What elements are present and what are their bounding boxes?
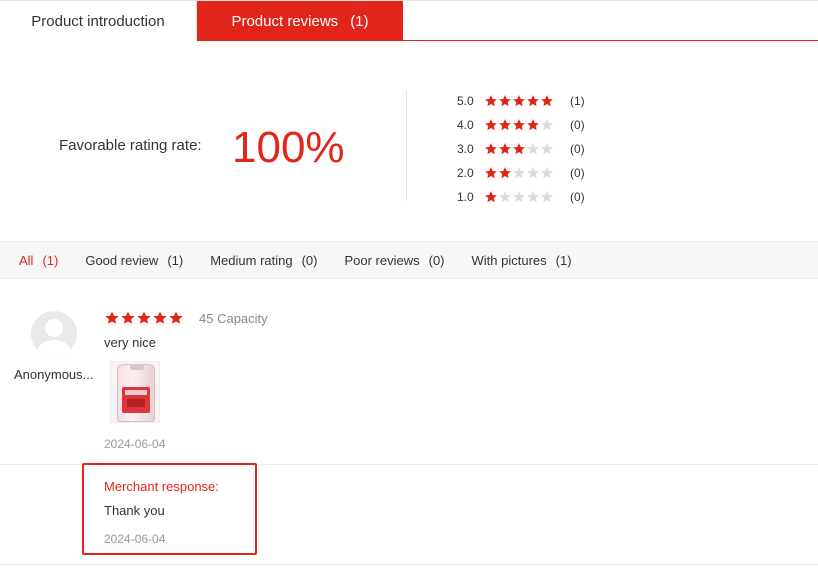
star-icon xyxy=(526,142,540,156)
rating-score: 5.0 xyxy=(457,94,474,108)
filter-label: All xyxy=(19,252,34,268)
star-icon xyxy=(540,142,554,156)
rating-summary: Favorable rating rate: 100% 5.0 (1) 4.0 … xyxy=(0,41,818,241)
star-icon xyxy=(498,118,512,132)
star-icon xyxy=(498,94,512,108)
star-icon xyxy=(484,118,498,132)
star-icon xyxy=(512,94,526,108)
star-icon xyxy=(526,190,540,204)
filter-count: (0) xyxy=(301,252,318,268)
rating-row: 5.0 (1) xyxy=(457,89,585,113)
star-icon xyxy=(526,118,540,132)
reviewer-name: Anonymous... xyxy=(14,367,94,382)
tab-product-reviews[interactable]: Product reviews (1) xyxy=(197,1,403,41)
filter-label: Poor reviews xyxy=(344,252,420,268)
star-icon xyxy=(526,94,540,108)
rating-stars xyxy=(484,118,554,132)
review-variant: 45 Capacity xyxy=(199,311,268,326)
rating-score: 2.0 xyxy=(457,166,474,180)
review-text: very nice xyxy=(104,335,157,350)
star-icon xyxy=(512,190,526,204)
star-icon xyxy=(484,166,498,180)
favorable-rate-value: 100% xyxy=(232,123,345,172)
star-icon xyxy=(484,94,498,108)
rating-distribution: 5.0 (1) 4.0 (0) 3.0 (0) 2.0 (0) 1.0 (0) xyxy=(457,89,585,209)
star-icon xyxy=(512,118,526,132)
star-icon xyxy=(498,190,512,204)
star-icon xyxy=(512,166,526,180)
merchant-response: Merchant response: Thank you 2024-06-04 xyxy=(82,463,257,555)
merchant-response-text: Thank you xyxy=(104,503,165,518)
star-icon xyxy=(540,166,554,180)
review-date: 2024-06-04 xyxy=(104,437,166,451)
star-icon xyxy=(526,166,540,180)
tab-label: Product introduction xyxy=(31,12,165,30)
filter-label: With pictures xyxy=(471,252,547,268)
rating-count: (0) xyxy=(570,142,585,156)
star-icon xyxy=(498,166,512,180)
star-icon xyxy=(136,310,152,326)
star-icon xyxy=(512,142,526,156)
star-icon xyxy=(104,310,120,326)
filter-label: Medium rating xyxy=(210,252,293,268)
rating-count: (0) xyxy=(570,118,585,132)
star-icon xyxy=(168,310,184,326)
merchant-response-title: Merchant response: xyxy=(104,479,219,494)
filter-count: (1) xyxy=(42,252,59,268)
rating-count: (1) xyxy=(570,94,585,108)
rating-row: 1.0 (0) xyxy=(457,185,585,209)
rating-stars xyxy=(484,94,554,108)
rating-stars xyxy=(484,142,554,156)
star-icon xyxy=(484,190,498,204)
rating-count: (0) xyxy=(570,166,585,180)
rating-count: (0) xyxy=(570,190,585,204)
tab-count: (1) xyxy=(350,12,369,30)
tab-product-introduction[interactable]: Product introduction xyxy=(0,1,197,41)
filter-count: (1) xyxy=(167,252,184,268)
review-item: Anonymous... 45 Capacity very nice 2024-… xyxy=(0,279,818,465)
star-icon xyxy=(152,310,168,326)
divider xyxy=(0,564,818,565)
rating-row: 4.0 (0) xyxy=(457,113,585,137)
filter-label: Good review xyxy=(85,252,159,268)
review-photo-thumbnail[interactable] xyxy=(110,361,160,423)
filter-good-review[interactable]: Good review (1) xyxy=(85,253,183,268)
rating-row: 3.0 (0) xyxy=(457,137,585,161)
filter-poor-reviews[interactable]: Poor reviews (0) xyxy=(344,253,444,268)
filter-count: (0) xyxy=(428,252,445,268)
merchant-response-date: 2024-06-04 xyxy=(104,532,166,546)
perfume-bottle-image xyxy=(117,364,155,422)
rating-score: 3.0 xyxy=(457,142,474,156)
filter-count: (1) xyxy=(555,252,572,268)
filter-medium-rating[interactable]: Medium rating (0) xyxy=(210,253,317,268)
favorable-rate-label: Favorable rating rate: xyxy=(59,137,202,154)
star-icon xyxy=(484,142,498,156)
tab-label: Product reviews xyxy=(231,12,339,30)
rating-stars xyxy=(484,166,554,180)
filter-with-pictures[interactable]: With pictures (1) xyxy=(472,253,572,268)
user-avatar-icon xyxy=(31,311,77,357)
star-icon xyxy=(498,142,512,156)
rating-score: 4.0 xyxy=(457,118,474,132)
review-stars xyxy=(104,310,184,326)
rating-score: 1.0 xyxy=(457,190,474,204)
rating-row: 2.0 (0) xyxy=(457,161,585,185)
star-icon xyxy=(120,310,136,326)
star-icon xyxy=(540,118,554,132)
star-icon xyxy=(540,190,554,204)
review-filter-bar: All (1) Good review (1) Medium rating (0) P… xyxy=(0,241,818,279)
filter-all[interactable]: All (1) xyxy=(19,253,58,268)
divider xyxy=(406,90,407,201)
tab-bar: Product introduction Product reviews (1) xyxy=(0,0,818,41)
star-icon xyxy=(540,94,554,108)
rating-stars xyxy=(484,190,554,204)
